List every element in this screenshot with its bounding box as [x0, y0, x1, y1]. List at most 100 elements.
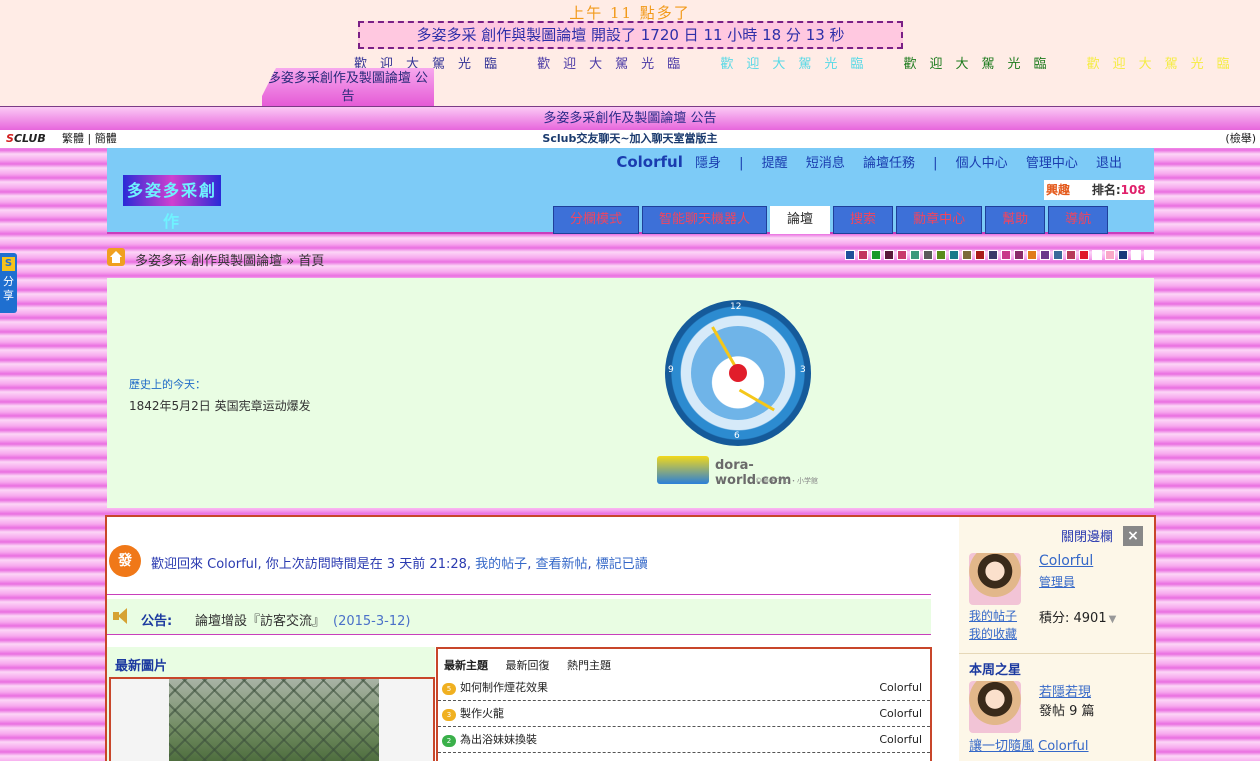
sclub-promo-link[interactable]: Sclub交友聊天~加入聊天室當版主: [0, 130, 1260, 147]
invisible-link[interactable]: 隱身: [695, 156, 721, 171]
admin-link[interactable]: 管理中心: [1026, 156, 1078, 171]
thread-title[interactable]: 製作火龍: [460, 703, 504, 725]
notice-tab[interactable]: 多姿多采創作及製圖論壇 公告: [262, 68, 434, 106]
notice-link[interactable]: 論壇增設『訪客交流』: [195, 614, 325, 629]
theme-swatch[interactable]: [1079, 250, 1089, 260]
theme-swatch[interactable]: [884, 250, 894, 260]
announcement-bar[interactable]: 多姿多采創作及製圖論壇 公告: [0, 106, 1260, 130]
theme-swatch[interactable]: [1014, 250, 1024, 260]
nav-search[interactable]: 搜索: [833, 206, 894, 234]
rank-box: 興趣 排名:108: [1044, 180, 1154, 200]
theme-swatch[interactable]: [1001, 250, 1011, 260]
sidebar: 關閉邊欄 × Colorful 管理員 我的帖子 我的收藏 積分: 4901 ▼ …: [959, 517, 1154, 761]
welcome-marquee: 歡迎大駕光臨 歡迎大駕光臨 歡迎大駕光臨 歡迎大駕光臨 歡迎大駕光臨: [354, 53, 1254, 69]
username-link[interactable]: Colorful: [616, 153, 683, 171]
nav-column-mode[interactable]: 分欄模式: [553, 206, 640, 234]
rank-label: 排名:: [1091, 183, 1121, 197]
my-posts-link[interactable]: 我的帖子: [475, 557, 527, 572]
thread-row[interactable]: 2 為出浴妹妹換裝 Colorful: [438, 729, 930, 753]
thread-rank-icon: 3: [442, 709, 456, 721]
theme-swatch[interactable]: [1066, 250, 1076, 260]
welcome-text: 歡迎回來 Colorful, 你上次訪問時間是在 3 天前 21:28,: [151, 557, 472, 572]
separator: |: [739, 156, 744, 171]
report-link[interactable]: (檢舉): [1225, 130, 1256, 147]
theme-swatch[interactable]: [975, 250, 985, 260]
notice-text: 論壇增設『訪客交流』 (2015-3-12): [195, 610, 410, 629]
theme-swatch[interactable]: [988, 250, 998, 260]
weekly-star-name[interactable]: 若隱若現: [1039, 681, 1091, 700]
history-panel: 歷史上的今天： 1842年5月2日 英国宪章运动爆发 12 3 6 9 dora…: [107, 278, 1154, 508]
weekly-star-title: 本周之星: [969, 663, 1022, 678]
theme-swatch[interactable]: [936, 250, 946, 260]
close-icon[interactable]: ×: [1123, 526, 1143, 546]
tab-latest-replies[interactable]: 最新回復: [506, 659, 550, 672]
quote-link[interactable]: 讓一切隨風: [969, 739, 1034, 754]
tasks-link[interactable]: 論壇任務: [863, 156, 915, 171]
remind-link[interactable]: 提醒: [762, 156, 788, 171]
share-widget[interactable]: S 分享: [0, 253, 17, 313]
close-sidebar-link[interactable]: 關閉邊欄: [1061, 526, 1113, 545]
theme-swatch[interactable]: [1092, 250, 1102, 260]
uptime-counter: 多姿多采 創作與製圖論壇 開設了 1720 日 11 小時 18 分 13 秒: [358, 21, 903, 49]
tab-latest-topics[interactable]: 最新主題: [444, 659, 488, 672]
thread-title[interactable]: 如何制作煙花效果: [460, 677, 548, 699]
theme-swatch[interactable]: [1105, 250, 1115, 260]
latest-picture[interactable]: [169, 679, 379, 761]
clock-center: [729, 364, 747, 382]
points-display[interactable]: 積分: 4901 ▼: [1039, 607, 1116, 626]
thread-title[interactable]: 為出浴妹妹換裝: [460, 729, 537, 751]
profile-link[interactable]: 個人中心: [956, 156, 1008, 171]
clock-numeral: 3: [800, 365, 806, 375]
theme-swatch[interactable]: [1118, 250, 1128, 260]
tab-hot-topics[interactable]: 熱門主題: [567, 659, 611, 672]
dora-badge-icon: [657, 456, 709, 484]
avatar[interactable]: [969, 553, 1021, 605]
nav-chatbot[interactable]: 智能聊天機器人: [642, 206, 768, 234]
quote-user-link[interactable]: Colorful: [1038, 739, 1088, 754]
home-icon[interactable]: [107, 248, 125, 266]
nav-help[interactable]: 幫助: [985, 206, 1046, 234]
nav-forum[interactable]: 論壇: [770, 206, 831, 234]
post-icon[interactable]: 發: [109, 545, 141, 577]
dora-world-logo[interactable]: dora-world.com ©藤子プロ・小学館: [657, 454, 827, 488]
thread-author[interactable]: Colorful: [879, 703, 922, 725]
time-greeting: 上午 11 點多了: [569, 4, 691, 22]
history-label: 歷史上的今天：: [129, 378, 206, 391]
welcome-text: 歡迎大駕光臨: [1086, 57, 1243, 69]
theme-swatch[interactable]: [1053, 250, 1063, 260]
sms-link[interactable]: 短消息: [806, 156, 845, 171]
theme-swatch[interactable]: [910, 250, 920, 260]
theme-swatch[interactable]: [923, 250, 933, 260]
theme-swatch[interactable]: [897, 250, 907, 260]
theme-swatch[interactable]: [1131, 250, 1141, 260]
forum-logo[interactable]: 多姿多采創作: [123, 175, 221, 231]
latest-pictures: 最新圖片: [107, 647, 435, 761]
thread-author[interactable]: Colorful: [879, 729, 922, 751]
theme-swatch[interactable]: [871, 250, 881, 260]
mark-read-link[interactable]: 標記已讀: [596, 557, 648, 572]
nav-guide[interactable]: 導航: [1048, 206, 1109, 234]
theme-swatch[interactable]: [962, 250, 972, 260]
nav-medals[interactable]: 勳章中心: [896, 206, 983, 234]
theme-swatch[interactable]: [1027, 250, 1037, 260]
sidebar-username[interactable]: Colorful: [1039, 553, 1093, 569]
avatar[interactable]: [969, 681, 1021, 733]
theme-swatch[interactable]: [1040, 250, 1050, 260]
breadcrumb[interactable]: 多姿多采 創作與製圖論壇 » 首頁: [135, 250, 324, 269]
logout-link[interactable]: 退出: [1096, 156, 1122, 171]
divider: [959, 653, 1154, 654]
sclub-toolbar: SCLUB 繁體 | 簡體 Sclub交友聊天~加入聊天室當版主 (檢舉): [0, 130, 1260, 148]
thread-author[interactable]: Colorful: [879, 677, 922, 699]
sidebar-my-posts[interactable]: 我的帖子: [969, 607, 1017, 624]
thread-row[interactable]: 5 如何制作煙花效果 Colorful: [438, 677, 930, 701]
sidebar-user-role[interactable]: 管理員: [1039, 573, 1075, 590]
new-posts-link[interactable]: 查看新帖: [535, 557, 587, 572]
chevron-down-icon[interactable]: ▼: [1109, 614, 1117, 625]
theme-swatch[interactable]: [1144, 250, 1154, 260]
sidebar-my-favorites[interactable]: 我的收藏: [969, 625, 1017, 642]
theme-swatch[interactable]: [845, 250, 855, 260]
theme-swatch[interactable]: [858, 250, 868, 260]
thread-row[interactable]: 3 製作火龍 Colorful: [438, 703, 930, 727]
main-nav: 分欄模式 智能聊天機器人 論壇 搜索 勳章中心 幫助 導航: [553, 206, 1111, 234]
theme-swatch[interactable]: [949, 250, 959, 260]
